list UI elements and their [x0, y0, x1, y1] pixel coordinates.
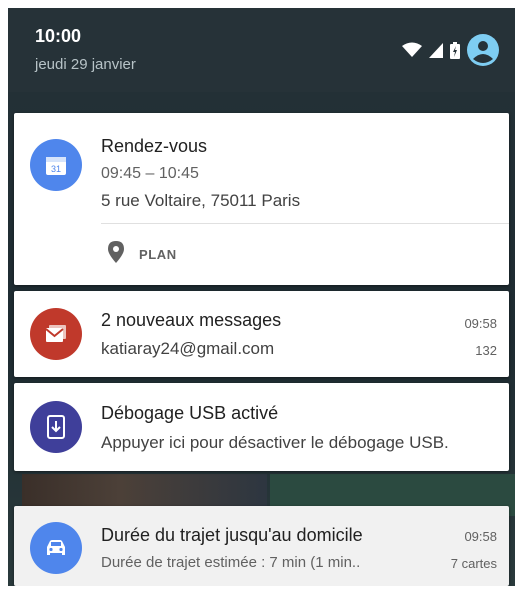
- battery-icon: [450, 41, 460, 59]
- mail-icon: [30, 308, 82, 360]
- divider: [101, 223, 509, 224]
- clock-date: jeudi 29 janvier: [35, 56, 136, 73]
- wifi-icon: [402, 42, 422, 58]
- plan-action-label: PLAN: [139, 247, 177, 262]
- clock-time: 10:00: [35, 26, 82, 46]
- notification-mail[interactable]: 2 nouveaux messages katiaray24@gmail.com…: [14, 291, 509, 377]
- message-count: 132: [475, 343, 497, 358]
- calendar-date-text: 31: [51, 164, 61, 174]
- mail-account: katiaray24@gmail.com: [101, 339, 275, 358]
- event-location: 5 rue Voltaire, 75011 Paris: [101, 191, 301, 210]
- notification-title: Durée du trajet jusqu'au domicile: [101, 525, 363, 545]
- event-time: 09:45 – 10:45: [101, 165, 199, 182]
- car-icon: [30, 522, 82, 574]
- notification-title: Débogage USB activé: [101, 403, 279, 423]
- notification-title: 2 nouveaux messages: [101, 310, 282, 330]
- cards-count: 7 cartes: [450, 556, 497, 571]
- notification-shade: 10:00 jeudi 29 janvier 31 Rendez-vous 09…: [8, 8, 515, 586]
- signal-icon: [429, 42, 443, 58]
- notification-time: 09:58: [464, 529, 497, 544]
- notification-usb-debugging[interactable]: Débogage USB activé Appuyer ici pour dés…: [14, 383, 509, 471]
- account-icon[interactable]: [467, 34, 499, 66]
- notification-commute[interactable]: Durée du trajet jusqu'au domicile Durée …: [14, 506, 509, 586]
- status-header: 10:00 jeudi 29 janvier: [8, 8, 515, 92]
- notification-title: Rendez-vous: [101, 136, 208, 156]
- status-icons: [402, 34, 499, 66]
- notification-calendar[interactable]: 31 Rendez-vous 09:45 – 10:45 5 rue Volta…: [14, 113, 509, 285]
- calendar-icon: 31: [30, 139, 82, 191]
- notification-text: Appuyer ici pour désactiver le débogage …: [101, 433, 449, 452]
- plan-action-button[interactable]: PLAN: [108, 241, 177, 268]
- location-pin-icon: [108, 241, 124, 268]
- notification-text: Durée de trajet estimée : 7 min (1 min..: [101, 554, 361, 571]
- usb-debug-icon: [30, 401, 82, 453]
- notification-time: 09:58: [464, 316, 497, 331]
